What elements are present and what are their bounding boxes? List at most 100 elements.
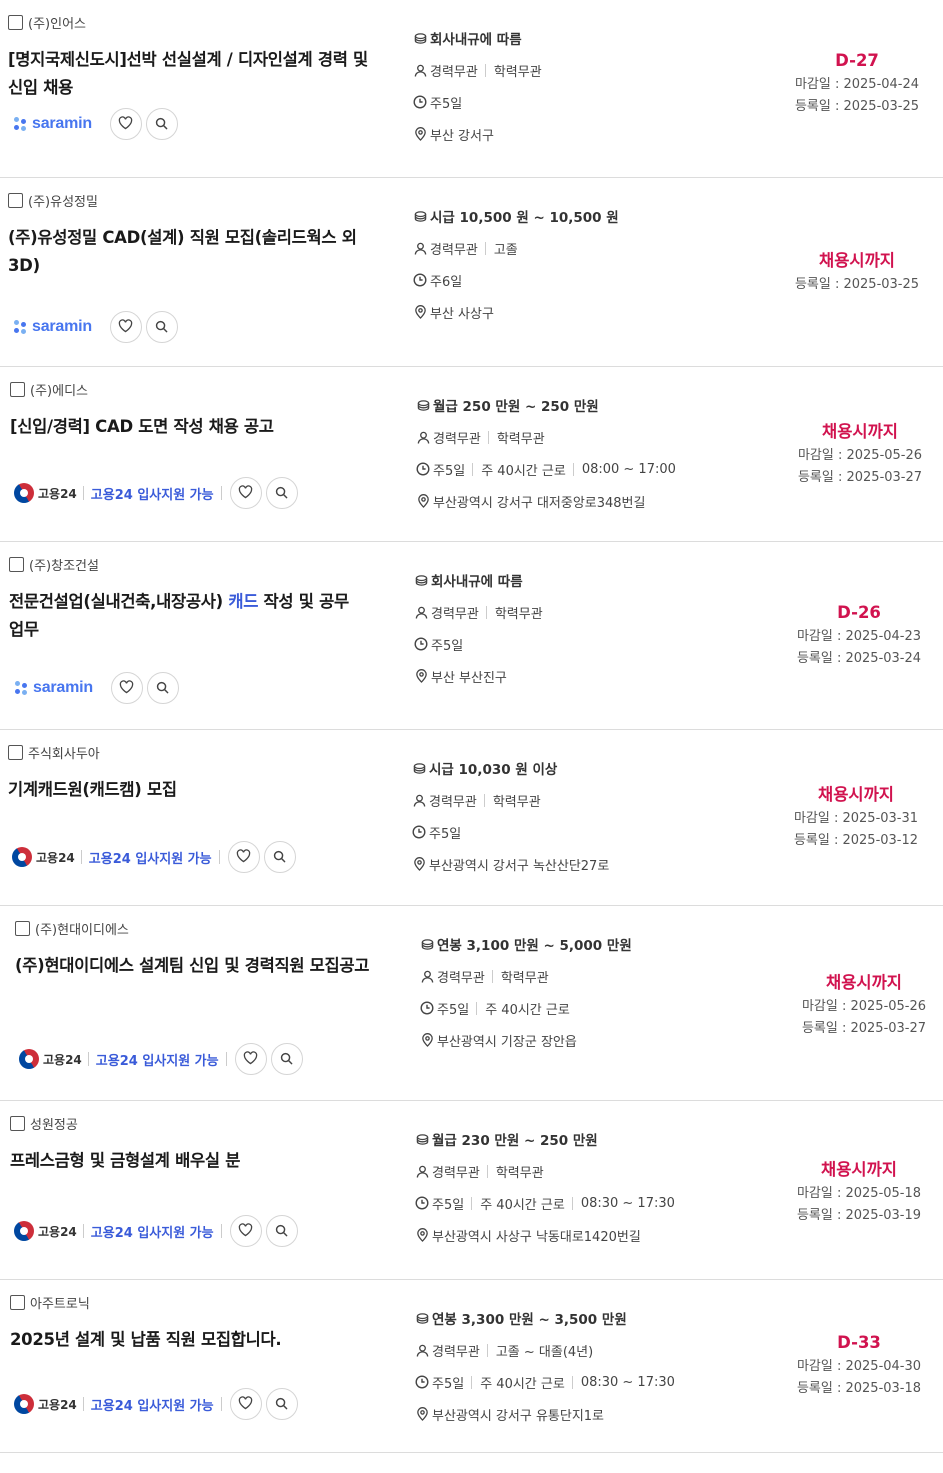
job-conditions: 시급 10,500 원 ~ 10,500 원 경력무관 고졸 주6일 부산 사상구 (413, 200, 773, 328)
search-button[interactable] (270, 1043, 303, 1075)
job-title[interactable]: (주)유성정밀 CAD(설계) 직원 모집(솔리드웍스 외 3D) (8, 224, 368, 280)
job-title[interactable]: (주)현대이디에스 설계팀 신입 및 경력직원 모집공고 (15, 952, 375, 980)
goyong24-apply-link[interactable]: 고용24 입사지원 가능 (91, 1395, 214, 1414)
registered-date: 등록일 : 2025-03-27 (780, 467, 940, 489)
job-card[interactable]: (주)창조건설 전문건설업(실내건축,내장공사) 캐드 작성 및 공무 업무 sar… (0, 542, 943, 730)
person-icon (412, 793, 426, 807)
goyong24-apply-link[interactable]: 고용24 입사지원 가능 (91, 484, 214, 503)
job-actions: 고용24 고용24 입사지원 가능 (15, 1043, 307, 1075)
select-checkbox[interactable] (10, 381, 25, 397)
registered-date: 등록일 : 2025-03-19 (779, 1205, 939, 1227)
company-name[interactable]: 주식회사두아 (28, 743, 100, 762)
location-row: 부산광역시 기장군 장안읍 (420, 1024, 780, 1056)
job-title[interactable]: 기계캐드원(캐드캠) 모집 (8, 776, 368, 804)
job-conditions: 연봉 3,300 만원 ~ 3,500 만원 경력무관 고졸 ~ 대졸(4년) 주5일… (415, 1302, 775, 1430)
job-title[interactable]: 전문건설업(실내건축,내장공사) 캐드 작성 및 공무 업무 (9, 588, 369, 644)
favorite-button[interactable] (229, 1388, 262, 1420)
schedule-row: 주5일 (412, 816, 772, 848)
company-name[interactable]: (주)창조건설 (29, 555, 99, 574)
job-card[interactable]: 성원정공 프레스금형 및 금형설계 배우실 분 고용24 고용24 입사지원 가능 월급… (0, 1101, 943, 1280)
heart-icon (238, 1222, 253, 1241)
location-row: 부산광역시 사상구 낙동대로1420번길 (415, 1219, 775, 1251)
company-name[interactable]: (주)현대이디에스 (35, 919, 129, 938)
coin-icon (415, 1132, 429, 1146)
job-card[interactable]: (주)유성정밀 (주)유성정밀 CAD(설계) 직원 모집(솔리드웍스 외 3D)… (0, 178, 943, 367)
favorite-button[interactable] (229, 1215, 262, 1247)
search-button[interactable] (263, 841, 296, 873)
goyong24-apply-link[interactable]: 고용24 입사지원 가능 (89, 848, 212, 867)
company-name[interactable]: 아주트로닉 (30, 1293, 90, 1312)
deadline-date: 마감일 : 2025-04-30 (779, 1356, 939, 1378)
schedule-row: 주5일 주 40시간 근로 08:30 ~ 17:30 (415, 1366, 775, 1398)
registered-date: 등록일 : 2025-03-27 (784, 1018, 943, 1040)
heart-icon (238, 1395, 253, 1414)
job-title[interactable]: 2025년 설계 및 납품 직원 모집합니다. (10, 1326, 370, 1354)
job-title-text: 2025년 설계 및 납품 직원 모집합니다. (10, 1330, 282, 1349)
registered-label: 등록일 : (801, 1021, 851, 1036)
search-button[interactable] (145, 311, 178, 343)
company-row: (주)인어스 (8, 12, 368, 32)
divider (487, 430, 489, 444)
divider (82, 1397, 84, 1411)
deadline-status: 채용시까지 (822, 422, 898, 441)
government-emblem-icon (14, 1221, 34, 1241)
registered-label: 등록일 : (793, 833, 843, 848)
divider (220, 486, 222, 500)
divider (220, 1224, 222, 1238)
education-text: 학력무관 (492, 794, 541, 810)
job-title[interactable]: 프레스금형 및 금형설계 배우실 분 (10, 1147, 370, 1175)
search-button[interactable] (146, 672, 179, 704)
job-card[interactable]: 아주트로닉 2025년 설계 및 납품 직원 모집합니다. 고용24 고용24 입사지… (0, 1280, 943, 1453)
company-name[interactable]: 성원정공 (30, 1114, 78, 1133)
job-title[interactable]: [신입/경력] CAD 도면 작성 채용 공고 (10, 413, 370, 441)
select-checkbox[interactable] (8, 744, 23, 760)
hours-text: 주 40시간 근로 (480, 1376, 565, 1392)
favorite-button[interactable] (234, 1043, 267, 1075)
goyong24-apply-link[interactable]: 고용24 입사지원 가능 (96, 1050, 219, 1069)
select-checkbox[interactable] (8, 14, 23, 30)
favorite-button[interactable] (110, 672, 143, 704)
location-text: 부산광역시 기장군 장안읍 (437, 1034, 577, 1050)
registered-value: 2025-03-18 (845, 1381, 922, 1396)
search-button[interactable] (145, 108, 178, 140)
divider (486, 1343, 488, 1357)
salary-text: 연봉 3,300 만원 ~ 3,500 만원 (432, 1312, 627, 1328)
select-checkbox[interactable] (10, 1115, 25, 1131)
company-name[interactable]: (주)인어스 (28, 13, 86, 32)
job-card[interactable]: (주)인어스 [명지국제신도시]선박 선실설계 / 디자인설계 경력 및 신입 채… (0, 0, 943, 178)
location-pin-icon (416, 494, 430, 508)
select-checkbox[interactable] (9, 556, 24, 572)
salary-text: 시급 10,500 원 ~ 10,500 원 (430, 210, 619, 226)
search-icon (275, 484, 288, 503)
select-checkbox[interactable] (10, 1294, 25, 1310)
job-card[interactable]: 주식회사두아 기계캐드원(캐드캠) 모집 고용24 고용24 입사지원 가능 시급 10… (0, 730, 943, 906)
company-name[interactable]: (주)유성정밀 (28, 191, 98, 210)
select-checkbox[interactable] (15, 920, 30, 936)
divider (572, 462, 574, 476)
company-row: (주)현대이디에스 (15, 918, 375, 938)
search-icon (275, 1395, 288, 1414)
search-button[interactable] (265, 1215, 298, 1247)
goyong24-apply-link[interactable]: 고용24 입사지원 가능 (91, 1222, 214, 1241)
favorite-button[interactable] (227, 841, 260, 873)
location-text: 부산광역시 강서구 대저중앙로348번길 (433, 495, 646, 511)
salary-text: 월급 230 만원 ~ 250 만원 (432, 1133, 598, 1149)
select-checkbox[interactable] (8, 192, 23, 208)
job-card[interactable]: (주)에디스 [신입/경력] CAD 도면 작성 채용 공고고용24 고용24 입사… (0, 367, 943, 542)
registered-label: 등록일 : (794, 277, 844, 292)
location-pin-icon (414, 669, 428, 683)
job-card[interactable]: (주)현대이디에스 (주)현대이디에스 설계팀 신입 및 경력직원 모집공고고용2… (0, 906, 943, 1101)
location-text: 부산광역시 강서구 녹산산단27로 (429, 858, 610, 874)
favorite-button[interactable] (109, 311, 142, 343)
hours-text: 주 40시간 근로 (485, 1002, 570, 1018)
job-title[interactable]: [명지국제신도시]선박 선실설계 / 디자인설계 경력 및 신입 채용 (8, 46, 368, 102)
favorite-button[interactable] (109, 108, 142, 140)
schedule-row: 주6일 (413, 264, 773, 296)
search-button[interactable] (265, 477, 298, 509)
favorite-button[interactable] (229, 477, 262, 509)
workdays-text: 주5일 (429, 826, 462, 842)
company-name[interactable]: (주)에디스 (30, 380, 88, 399)
goyong24-name: 고용24 (38, 486, 77, 501)
salary-text: 시급 10,030 원 이상 (429, 762, 558, 778)
search-button[interactable] (265, 1388, 298, 1420)
